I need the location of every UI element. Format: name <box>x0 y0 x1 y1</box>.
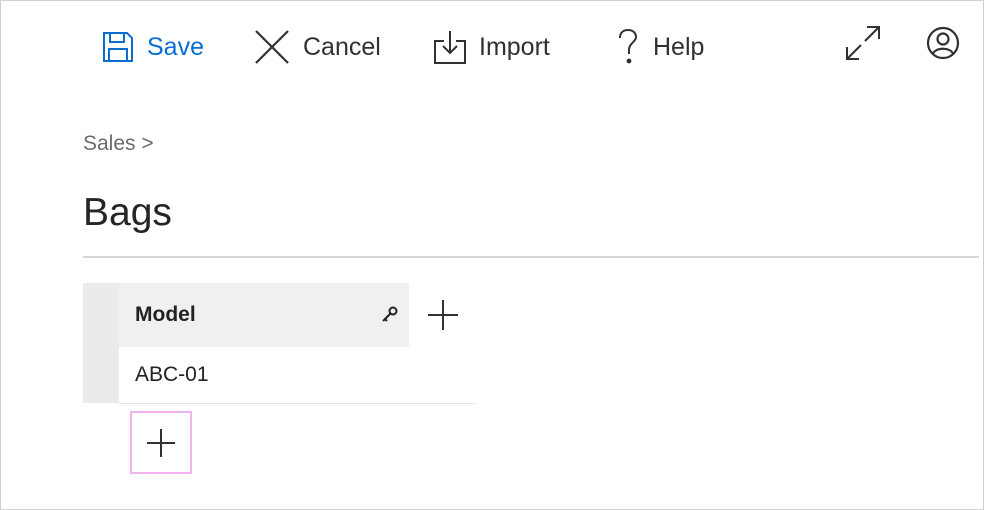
import-label: Import <box>479 32 550 61</box>
expand-icon <box>846 26 880 60</box>
save-label: Save <box>147 32 204 61</box>
account-button[interactable] <box>925 25 961 66</box>
import-icon <box>434 31 466 64</box>
expand-button[interactable] <box>845 25 881 66</box>
add-column-button[interactable] <box>425 297 461 333</box>
breadcrumb[interactable]: Sales > <box>83 132 154 156</box>
account-icon <box>926 26 960 60</box>
save-icon <box>103 32 133 62</box>
plus-icon <box>428 300 458 330</box>
row-selector-gutter[interactable] <box>83 283 119 403</box>
command-bar: Save Cancel Import Help <box>1 1 983 93</box>
column-header-label: Model <box>135 303 196 326</box>
plus-icon <box>147 428 175 457</box>
cancel-button[interactable]: Cancel <box>253 23 381 71</box>
close-icon <box>255 30 289 64</box>
title-divider <box>83 256 979 258</box>
key-icon <box>382 306 398 322</box>
table-cell[interactable]: ABC-01 <box>119 347 475 404</box>
cancel-label: Cancel <box>303 32 381 61</box>
help-icon <box>619 28 638 64</box>
add-row-button[interactable] <box>130 411 192 474</box>
cell-value: ABC-01 <box>135 363 209 386</box>
save-button[interactable]: Save <box>101 23 204 71</box>
help-label: Help <box>653 32 705 61</box>
app-window: Save Cancel Import Help Sales > Bags Mod… <box>0 0 984 510</box>
import-button[interactable]: Import <box>433 23 550 71</box>
column-header-model[interactable]: Model <box>119 283 409 347</box>
page-title: Bags <box>83 191 172 234</box>
help-button[interactable]: Help <box>615 23 704 71</box>
